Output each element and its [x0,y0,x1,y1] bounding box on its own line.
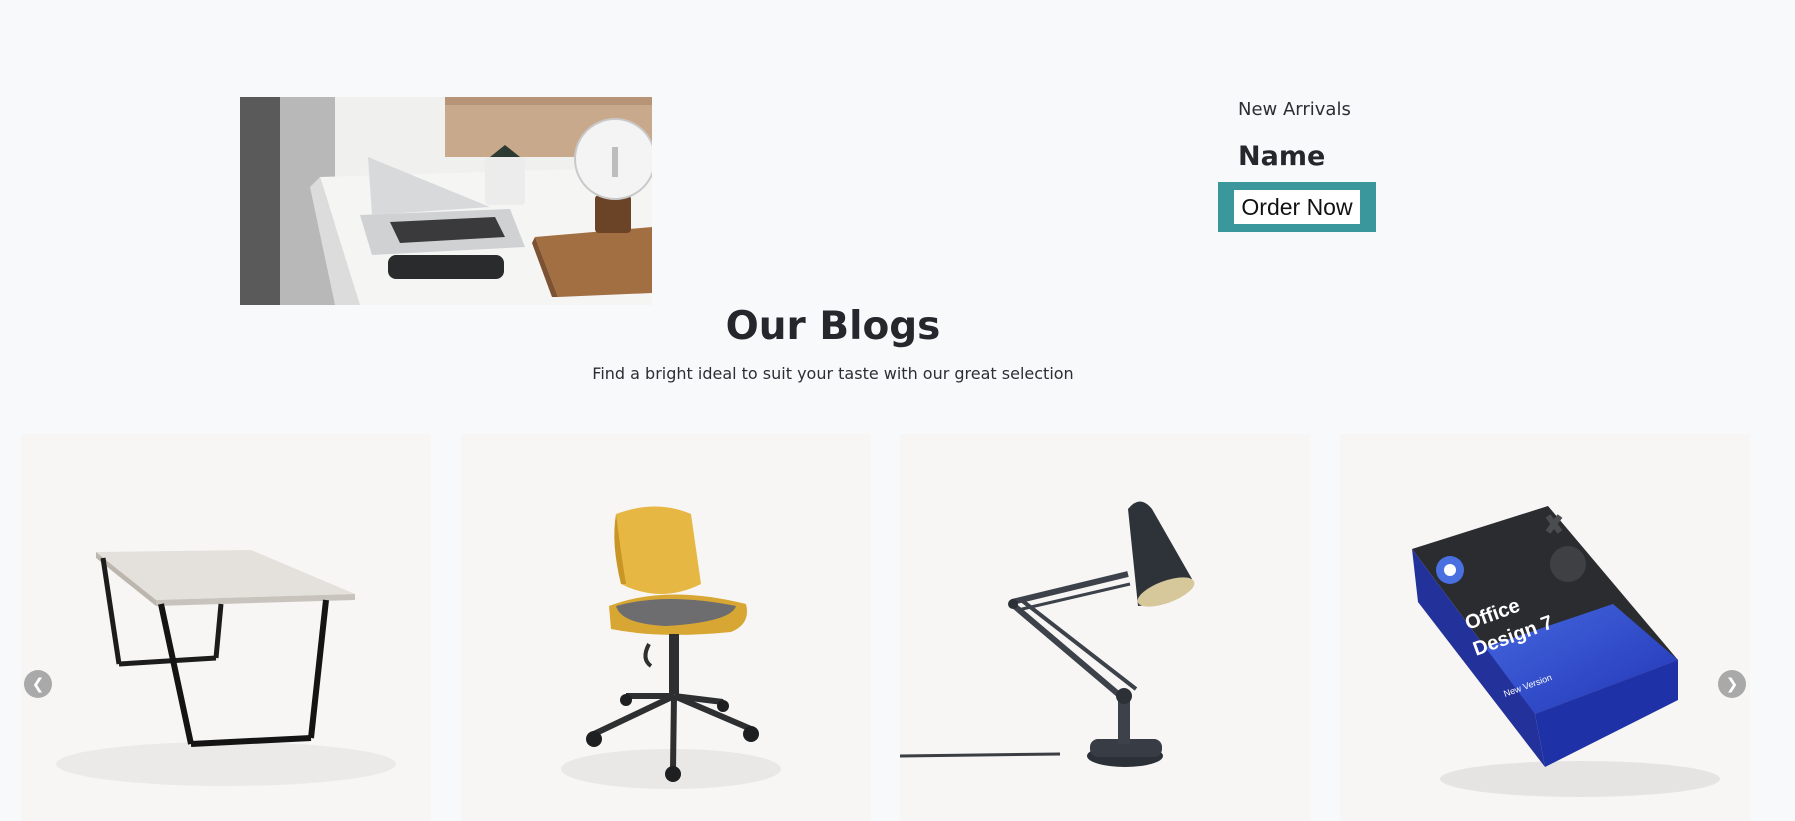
carousel-next-button[interactable]: ❯ [1718,670,1746,698]
blogs-subtitle: Find a bright ideal to suit your taste w… [592,364,1074,383]
table-image [21,434,431,821]
carousel-card-software-box[interactable]: Office Design 7 New Version [1340,434,1750,821]
chevron-right-icon: ❯ [1725,675,1739,693]
carousel-prev-button[interactable]: ❮ [24,670,52,698]
office-chair-image [461,434,871,821]
new-arrivals-label: New Arrivals [1238,99,1351,120]
hero-desk-image [240,97,652,305]
product-carousel: Office Design 7 New Version [0,434,1795,821]
desk-lamp-image [900,434,1310,821]
order-now-button[interactable]: Order Now [1218,182,1376,232]
page: New Arrivals Name Order Now Our Blogs Fi… [0,0,1795,821]
carousel-card-table[interactable] [21,434,431,821]
product-name: Name [1238,141,1326,172]
carousel-card-chair[interactable] [461,434,871,821]
order-now-label: Order Now [1234,190,1360,224]
carousel-card-lamp[interactable] [900,434,1310,821]
software-box-image: Office Design 7 New Version [1340,434,1750,821]
blogs-title: Our Blogs [725,304,941,349]
chevron-left-icon: ❮ [31,675,45,693]
